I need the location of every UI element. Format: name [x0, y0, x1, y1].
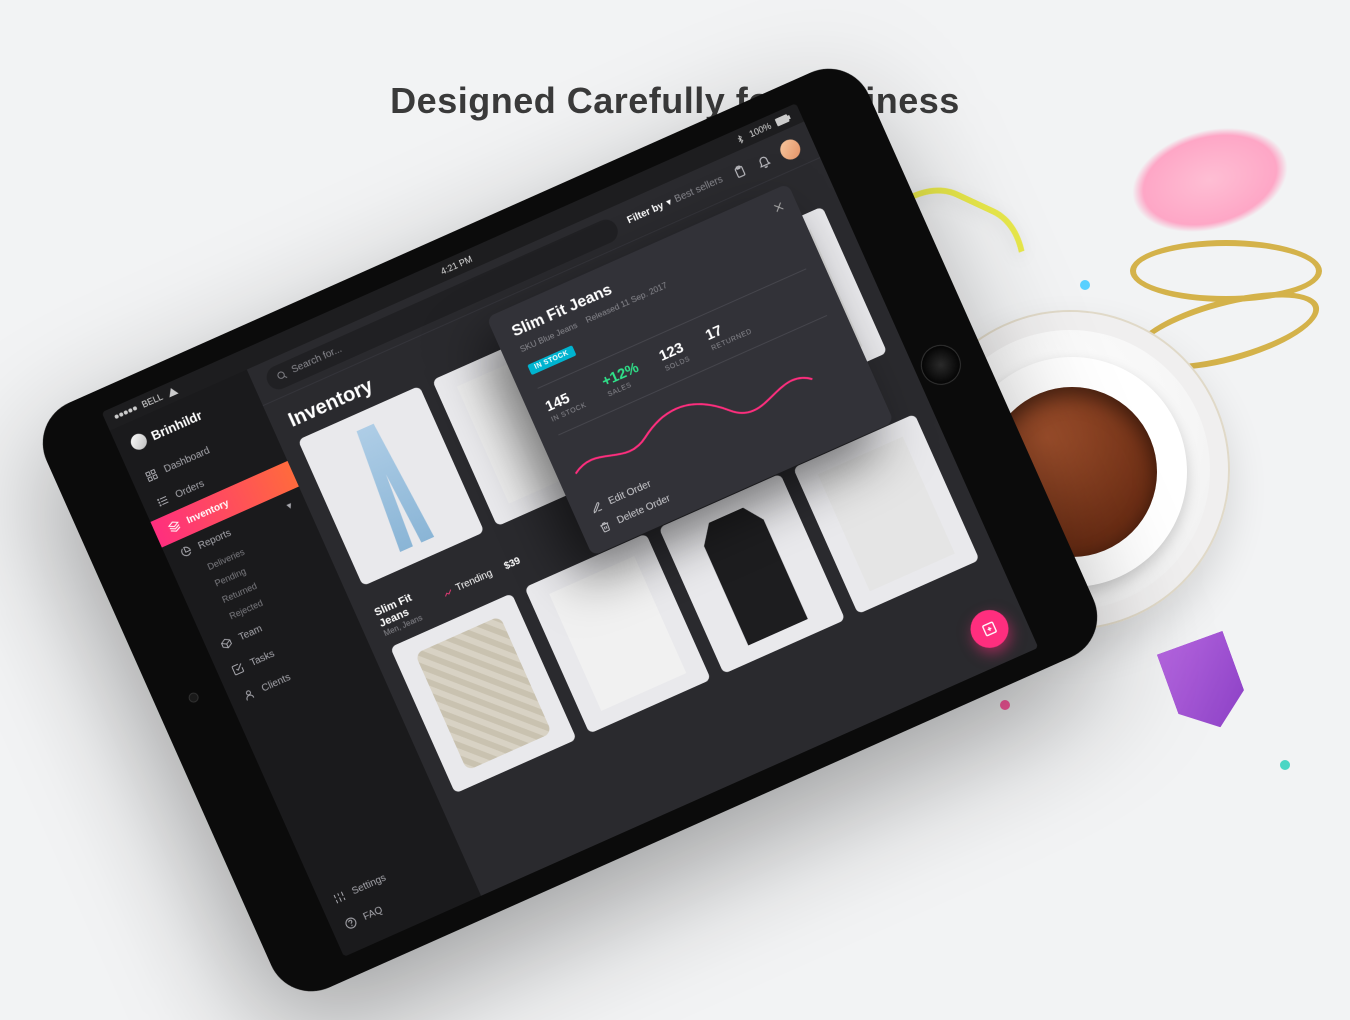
box-icon: [219, 636, 235, 652]
grid-icon: [144, 468, 160, 484]
trash-icon: [598, 520, 613, 535]
sidebar-item-label: Team: [237, 623, 264, 643]
app-screen: BELL 4:21 PM 100% Brinhildr: [102, 103, 1039, 957]
decor-confetti: [1080, 280, 1090, 290]
add-button[interactable]: [964, 604, 1014, 654]
avatar[interactable]: [777, 136, 803, 162]
brand-name: Brinhildr: [149, 407, 205, 443]
filter-label: Filter by: [626, 200, 666, 226]
help-icon: [343, 915, 359, 931]
product-thumb: [818, 437, 955, 592]
user-icon: [241, 687, 257, 703]
product-thumb-sweater: [415, 616, 552, 771]
sliders-icon: [332, 890, 348, 906]
tablet-camera: [187, 691, 200, 704]
plus-box-icon: [979, 618, 1000, 639]
layers-icon: [166, 519, 182, 535]
decor-confetti: [1280, 760, 1290, 770]
chevron-down-icon: ▾: [285, 500, 294, 512]
product-thumb-jacket: [683, 496, 820, 651]
sidebar-item-label: Clients: [260, 672, 292, 694]
decor-binder-clip: [1157, 631, 1254, 740]
sidebar-item-label: Orders: [174, 478, 206, 500]
clipboard-icon[interactable]: [731, 162, 749, 180]
product-thumb: [549, 556, 686, 711]
sidebar-item-label: FAQ: [361, 904, 384, 922]
search-placeholder: Search for...: [290, 344, 344, 376]
list-icon: [155, 493, 171, 509]
product-thumb-jeans: [323, 409, 460, 564]
product-badge: Trending: [454, 568, 494, 594]
edit-icon: [589, 500, 604, 515]
tablet-home-button[interactable]: [914, 338, 967, 391]
pie-icon: [178, 544, 194, 560]
bluetooth-icon: [734, 133, 746, 145]
brand-logo-icon: [128, 431, 149, 452]
filter-value: Best sellers: [673, 174, 725, 205]
trending-icon: [441, 586, 454, 599]
search-icon: [274, 368, 289, 383]
sidebar-item-label: Tasks: [248, 648, 276, 668]
battery-icon: [775, 113, 793, 127]
decor-confetti: [1000, 700, 1010, 710]
bell-icon[interactable]: [754, 152, 772, 170]
signal-dots-icon: [114, 406, 138, 419]
check-icon: [230, 661, 246, 677]
wifi-icon: [166, 386, 178, 397]
chevron-down-icon: ▾: [665, 197, 674, 209]
product-price: $39: [498, 545, 527, 582]
stock-badge: IN STOCK: [527, 345, 576, 375]
